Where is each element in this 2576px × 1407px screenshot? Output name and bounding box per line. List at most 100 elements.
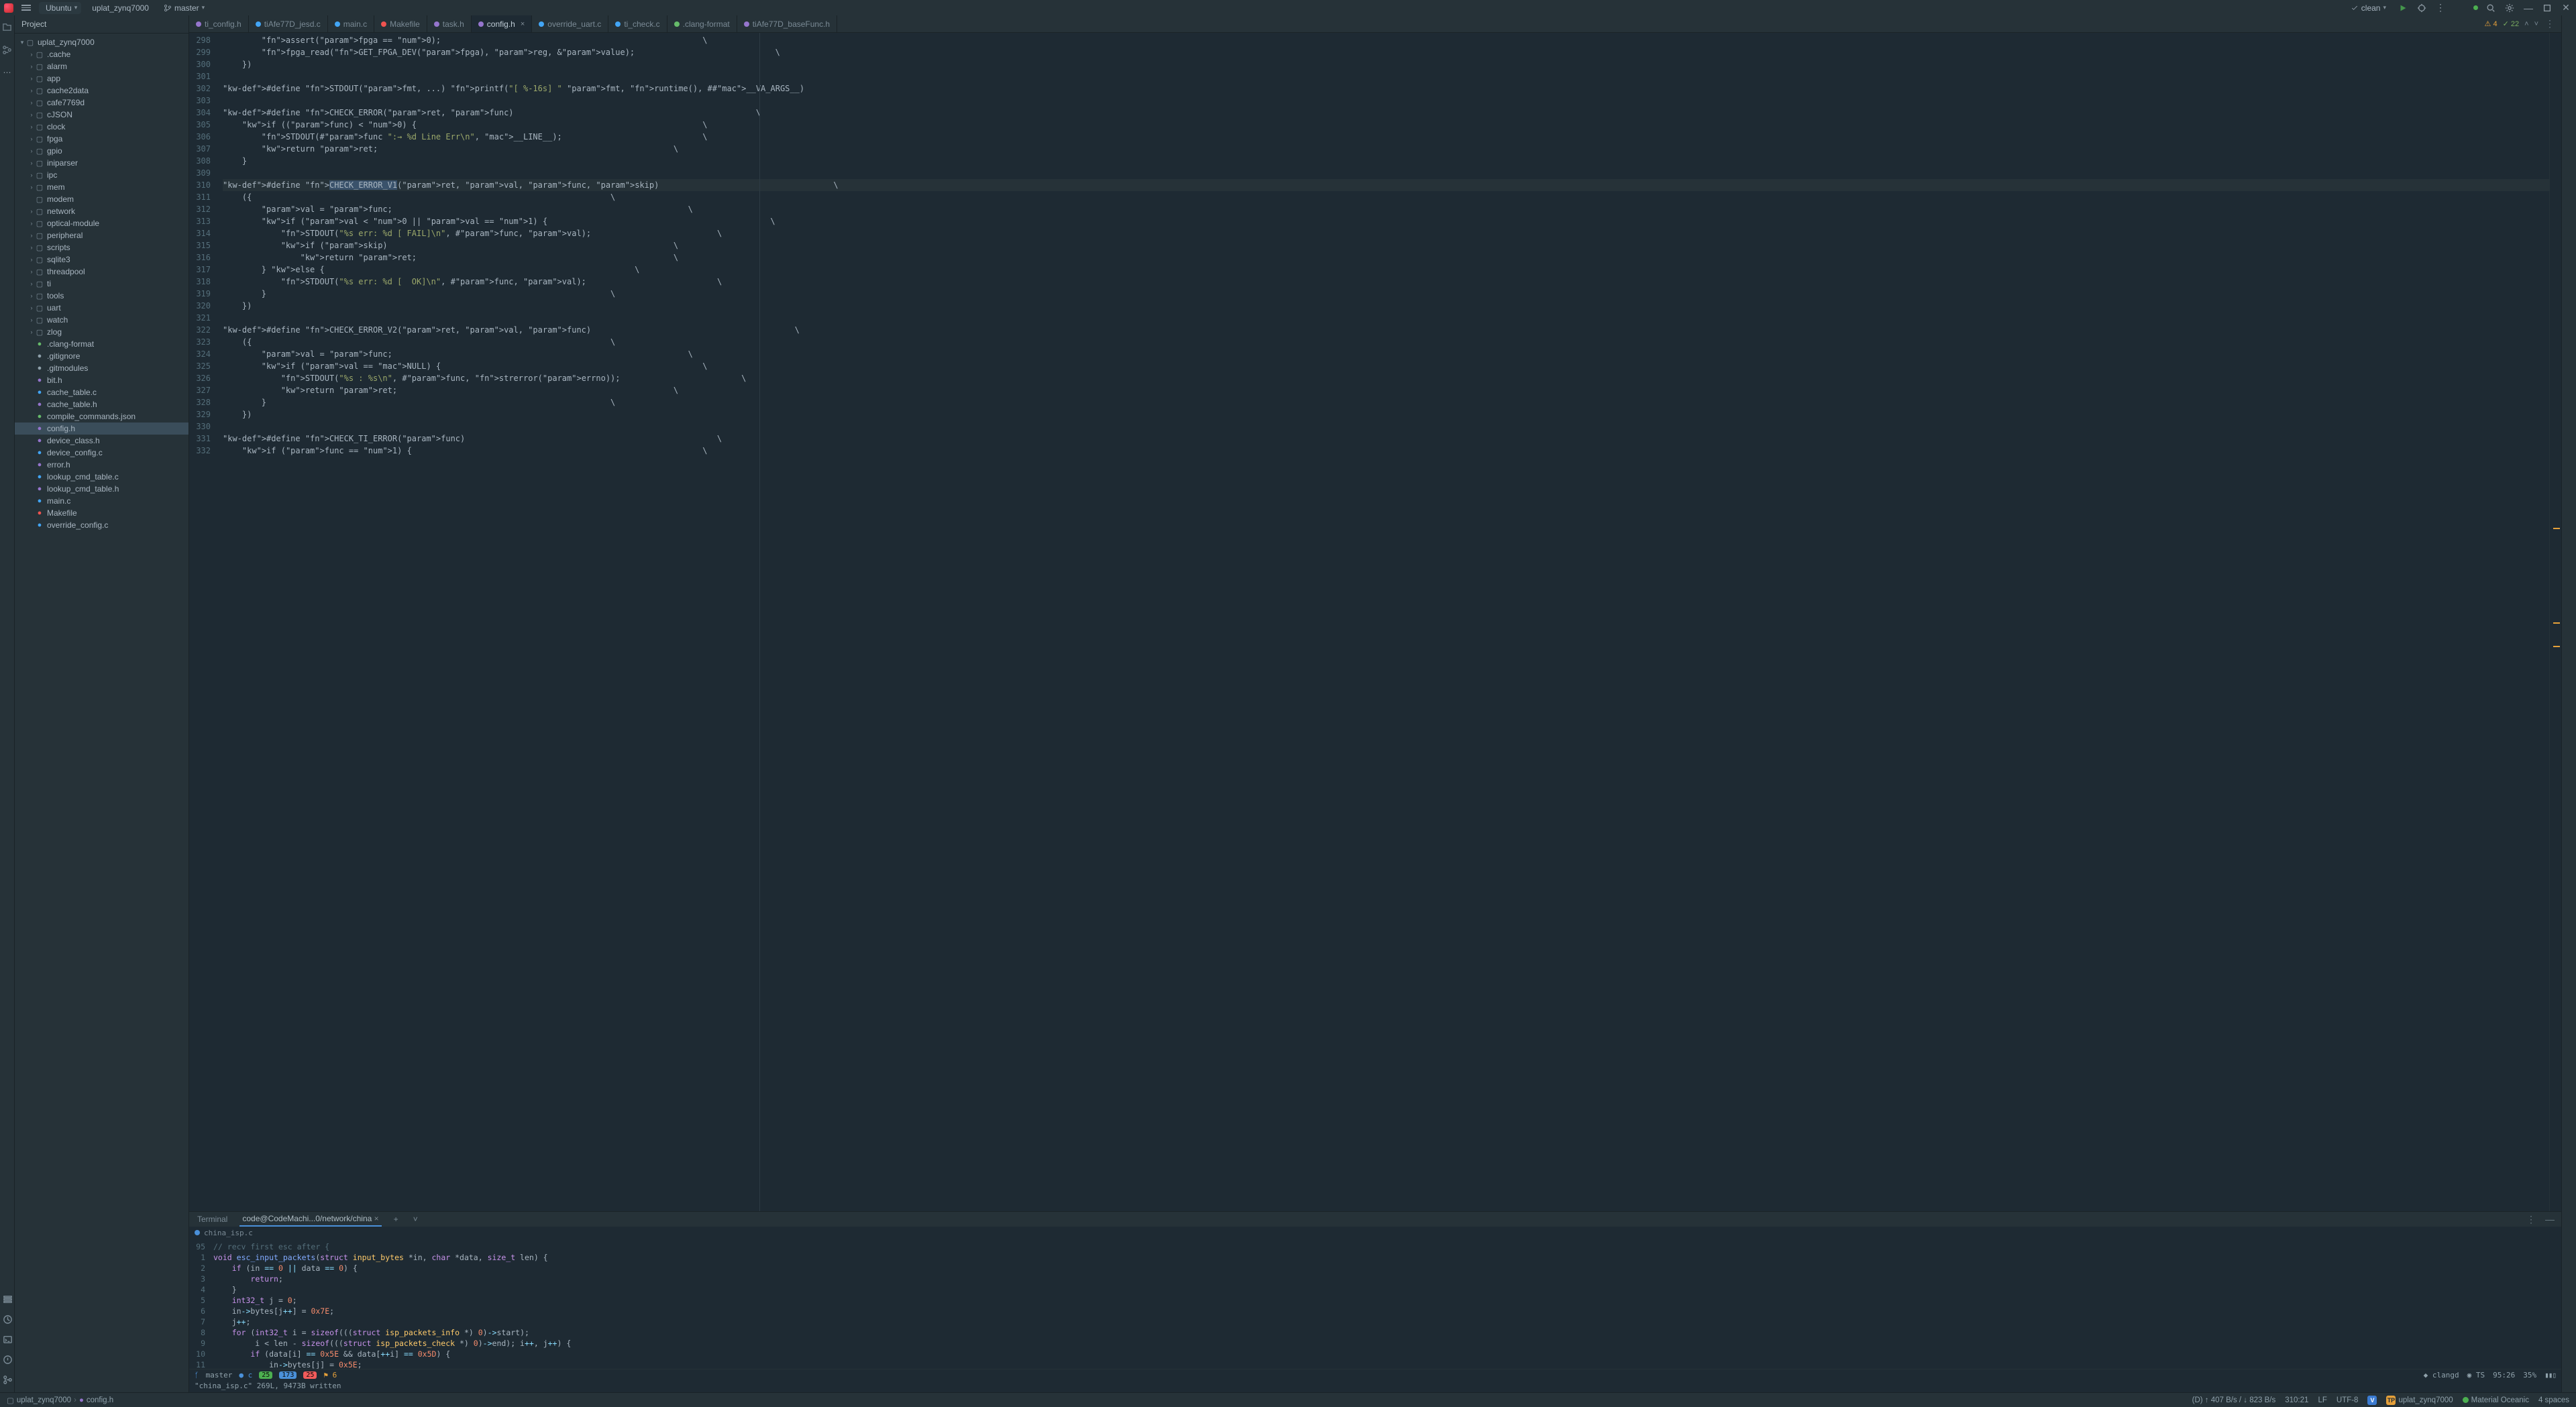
vcs-tool-button[interactable]	[3, 1375, 13, 1387]
editor-tab[interactable]: tiAfe77D_jesd.c	[249, 15, 328, 32]
caret-position[interactable]: 310:21	[2285, 1396, 2308, 1404]
vcs-status[interactable]: clean▾	[2347, 2, 2390, 14]
tree-item[interactable]: ●error.h	[15, 459, 189, 471]
tree-item[interactable]: ●bit.h	[15, 374, 189, 386]
tree-item[interactable]: ▾▢uplat_zynq7000	[15, 36, 189, 48]
tree-item[interactable]: ›▢ipc	[15, 169, 189, 181]
main-menu-button[interactable]	[20, 2, 32, 14]
tree-item[interactable]: ›▢cache2data	[15, 85, 189, 97]
terminal-code[interactable]: // recv first esc after {void esc_input_…	[209, 1239, 2561, 1369]
tree-item[interactable]: ›▢cafe7769d	[15, 97, 189, 109]
terminal-tool-button[interactable]	[3, 1335, 13, 1347]
tree-item[interactable]: ●main.c	[15, 495, 189, 507]
tree-item[interactable]: ›▢uart	[15, 302, 189, 314]
tree-item[interactable]: ●lookup_cmd_table.c	[15, 471, 189, 483]
terminal-hide-button[interactable]: —	[2544, 1213, 2556, 1225]
tree-item[interactable]: ●device_class.h	[15, 435, 189, 447]
editor-tab[interactable]: ti_config.h	[189, 15, 249, 32]
settings-button[interactable]	[2504, 2, 2516, 14]
inspection-ok[interactable]: ✓ 22	[2503, 19, 2520, 28]
terminal-tab[interactable]: Terminal	[195, 1213, 230, 1226]
editor-tab[interactable]: config.h×	[472, 15, 532, 32]
code-content[interactable]: "fn">assert("param">fpga == "num">0); \ …	[216, 33, 2549, 1211]
tree-item[interactable]: ●compile_commands.json	[15, 410, 189, 423]
tree-item[interactable]: ›▢sqlite3	[15, 254, 189, 266]
tree-item[interactable]: ●lookup_cmd_table.h	[15, 483, 189, 495]
run-button[interactable]	[2397, 2, 2409, 14]
editor-tab[interactable]: .clang-format	[667, 15, 737, 32]
timeline-button[interactable]	[3, 1314, 13, 1327]
breadcrumb[interactable]: ▢uplat_zynq7000 › ●config.h	[7, 1396, 113, 1405]
tree-item[interactable]: ›▢alarm	[15, 60, 189, 72]
tree-item[interactable]: ›▢optical-module	[15, 217, 189, 229]
project-tree[interactable]: ▾▢uplat_zynq7000›▢.cache›▢alarm›▢app›▢ca…	[15, 34, 189, 1392]
tree-item[interactable]: ▢modem	[15, 193, 189, 205]
tree-item[interactable]: ●device_config.c	[15, 447, 189, 459]
encoding[interactable]: UTF-8	[2337, 1396, 2359, 1404]
editor-tab[interactable]: Makefile	[374, 15, 427, 32]
tree-item[interactable]: ›▢.cache	[15, 48, 189, 60]
new-terminal-button[interactable]: +	[391, 1213, 401, 1226]
tree-item[interactable]: ›▢scripts	[15, 241, 189, 254]
editor-tab[interactable]: task.h	[427, 15, 472, 32]
minimap[interactable]	[2549, 33, 2561, 1211]
tree-item[interactable]: ●cache_table.h	[15, 398, 189, 410]
indent-indicator[interactable]: 4 spaces	[2538, 1396, 2569, 1404]
tree-item[interactable]: ›▢mem	[15, 181, 189, 193]
close-icon[interactable]: ×	[521, 20, 525, 28]
vim-indicator[interactable]: V	[2367, 1396, 2377, 1405]
terminal-more-button[interactable]: ⋮	[2525, 1213, 2537, 1225]
tree-item[interactable]: ›▢threadpool	[15, 266, 189, 278]
editor-tab[interactable]: main.c	[328, 15, 374, 32]
tree-item[interactable]: ●.clang-format	[15, 338, 189, 350]
minimize-button[interactable]: —	[2522, 2, 2534, 14]
terminal-session-tab[interactable]: code@CodeMachi...0/network/china ×	[239, 1212, 381, 1227]
tree-item[interactable]: ›▢watch	[15, 314, 189, 326]
code-editor[interactable]: 2982993003013023033043053063073083093103…	[189, 33, 2561, 1211]
tree-item[interactable]: ›▢gpio	[15, 145, 189, 157]
tree-item[interactable]: ●cache_table.c	[15, 386, 189, 398]
tree-item[interactable]: ›▢app	[15, 72, 189, 85]
tree-item[interactable]: ●.gitignore	[15, 350, 189, 362]
tabs-more-button[interactable]: ⋮	[2544, 18, 2556, 30]
tree-item[interactable]: ●Makefile	[15, 507, 189, 519]
vcs-branch-button[interactable]: master▾	[160, 2, 209, 14]
more-button[interactable]: ⋮	[2434, 2, 2447, 14]
inspection-down-button[interactable]: ˅	[2534, 20, 2538, 28]
editor-tab[interactable]: tiAfe77D_baseFunc.h	[737, 15, 837, 32]
tree-item[interactable]: ›▢clock	[15, 121, 189, 133]
chevron-down-icon: ▾	[202, 4, 205, 11]
tree-item[interactable]: ●.gitmodules	[15, 362, 189, 374]
close-icon[interactable]: ×	[374, 1214, 379, 1223]
debug-button[interactable]	[2416, 2, 2428, 14]
more-tools-button[interactable]: ⋯	[1, 66, 13, 78]
inspection-warnings[interactable]: ⚠ 4	[2485, 19, 2498, 28]
problems-button[interactable]	[3, 1355, 13, 1367]
tp-indicator[interactable]: TPuplat_zynq7000	[2386, 1396, 2453, 1405]
terminal-dropdown-button[interactable]: ˅	[411, 1213, 421, 1226]
search-button[interactable]	[2485, 2, 2497, 14]
tree-item[interactable]: ●config.h	[15, 423, 189, 435]
project-name-button[interactable]: uplat_zynq7000	[88, 2, 153, 14]
tree-item[interactable]: ›▢zlog	[15, 326, 189, 338]
bookmarks-button[interactable]	[3, 1294, 13, 1306]
structure-tool-button[interactable]	[1, 44, 13, 56]
line-ending[interactable]: LF	[2318, 1396, 2326, 1404]
tree-item[interactable]: ›▢tools	[15, 290, 189, 302]
editor-tab[interactable]: override_uart.c	[532, 15, 608, 32]
tree-item[interactable]: ●override_config.c	[15, 519, 189, 531]
tree-item[interactable]: ›▢peripheral	[15, 229, 189, 241]
tree-item[interactable]: ›▢cJSON	[15, 109, 189, 121]
maximize-button[interactable]	[2541, 2, 2553, 14]
tree-item[interactable]: ›▢ti	[15, 278, 189, 290]
theme-indicator[interactable]: Material Oceanic	[2463, 1396, 2529, 1404]
term-branch: master	[206, 1371, 233, 1380]
close-button[interactable]: ✕	[2560, 2, 2572, 14]
tree-item[interactable]: ›▢network	[15, 205, 189, 217]
tree-item[interactable]: ›▢fpga	[15, 133, 189, 145]
inspection-up-button[interactable]: ˄	[2524, 20, 2528, 28]
project-tool-button[interactable]	[1, 21, 13, 33]
tree-item[interactable]: ›▢iniparser	[15, 157, 189, 169]
editor-tab[interactable]: ti_check.c	[608, 15, 667, 32]
os-indicator[interactable]: Ubuntu▾	[39, 2, 81, 14]
